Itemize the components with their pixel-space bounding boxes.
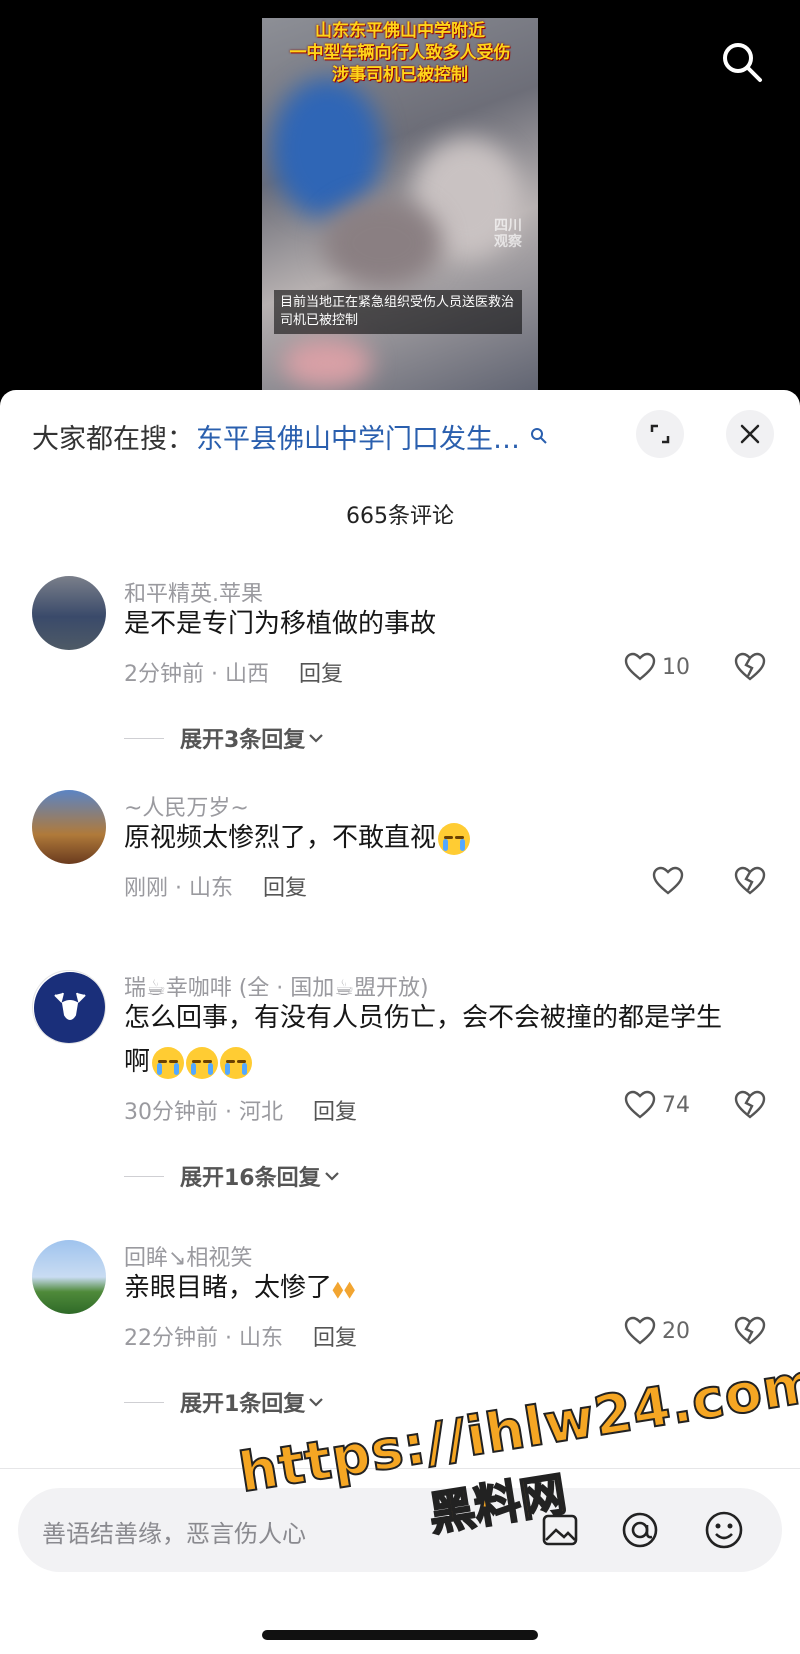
video-headline-3: 涉事司机已被控制 bbox=[332, 65, 468, 85]
comment-time-location: 刚刚 · 山东 bbox=[124, 876, 233, 901]
comment-text: 怎么回事，有没有人员伤亡，会不会被撞的都是学生啊 bbox=[124, 996, 740, 1084]
like-button[interactable]: 74 bbox=[624, 1090, 690, 1120]
search-icon bbox=[531, 428, 547, 444]
reply-button[interactable]: 回复 bbox=[313, 1326, 357, 1351]
crying-emoji-icon bbox=[186, 1046, 219, 1079]
like-button[interactable] bbox=[652, 866, 690, 896]
avatar[interactable] bbox=[32, 790, 106, 864]
expand-icon bbox=[650, 424, 670, 444]
comment-text-body: 原视频太惨烈了，不敢直视 bbox=[124, 823, 437, 853]
broken-heart-icon[interactable] bbox=[734, 1316, 766, 1346]
avatar[interactable] bbox=[32, 970, 106, 1044]
broken-heart-icon[interactable] bbox=[734, 866, 766, 896]
comment-meta: 22分钟前 · 山东 回复 bbox=[124, 1320, 357, 1352]
comment-time-location: 2分钟前 · 山西 bbox=[124, 662, 269, 687]
divider bbox=[124, 1175, 164, 1177]
chevron-down-icon bbox=[309, 734, 324, 743]
like-count: 74 bbox=[662, 1092, 690, 1118]
heart-icon bbox=[624, 652, 656, 681]
chevron-down-icon bbox=[324, 1172, 339, 1181]
video-caption: 目前当地正在紧急组织受伤人员送医救治 司机已被控制 bbox=[274, 290, 522, 334]
at-mention-icon[interactable] bbox=[618, 1508, 662, 1552]
comment-text: 亲眼目睹，太惨了⬧⬧ bbox=[124, 1266, 740, 1311]
avatar[interactable] bbox=[32, 1240, 106, 1314]
video-headline-1: 山东东平佛山中学附近 bbox=[315, 21, 485, 41]
reply-button[interactable]: 回复 bbox=[313, 1100, 357, 1125]
divider bbox=[124, 1401, 164, 1403]
comment-input-bar[interactable]: 善语结善缘，恶言伤人心 bbox=[18, 1488, 782, 1572]
comment-text: 是不是专门为移植做的事故 bbox=[124, 609, 437, 639]
video-thumbnail[interactable]: 山东东平佛山中学附近 一中型车辆向行人致多人受伤 涉事司机已被控制 四川 观察 … bbox=[262, 18, 538, 398]
deer-logo-icon bbox=[34, 972, 105, 1043]
trending-search-label: 大家都在搜： bbox=[32, 423, 194, 455]
home-indicator[interactable] bbox=[262, 1630, 538, 1640]
expand-replies[interactable]: 展开3条回复 bbox=[124, 722, 327, 754]
like-button[interactable]: 10 bbox=[624, 652, 690, 682]
close-button[interactable] bbox=[726, 410, 774, 458]
trending-search[interactable]: 大家都在搜： 东平县佛山中学门口发生… bbox=[32, 416, 548, 456]
reply-button[interactable]: 回复 bbox=[263, 876, 307, 901]
comment-meta: 刚刚 · 山东 回复 bbox=[124, 870, 307, 902]
expand-replies-label: 展开16条回复 bbox=[180, 1166, 321, 1191]
broken-heart-icon[interactable] bbox=[734, 652, 766, 682]
like-button[interactable]: 20 bbox=[624, 1316, 690, 1346]
trending-search-query[interactable]: 东平县佛山中学门口发生… bbox=[196, 417, 520, 456]
comment-text-body: 亲眼目睹，太惨了 bbox=[124, 1273, 333, 1303]
video-headline-2: 一中型车辆向行人致多人受伤 bbox=[289, 43, 511, 63]
comments-count: 665条评论 bbox=[346, 504, 454, 529]
reply-button[interactable]: 回复 bbox=[299, 662, 343, 687]
expand-replies-label: 展开1条回复 bbox=[180, 1392, 306, 1417]
like-count: 20 bbox=[662, 1318, 690, 1344]
comment-input-placeholder[interactable]: 善语结善缘，恶言伤人心 bbox=[42, 1514, 306, 1549]
video-logo: 四川 观察 bbox=[494, 218, 522, 250]
crying-emoji-icon bbox=[220, 1046, 253, 1079]
crying-emoji-icon bbox=[152, 1046, 185, 1079]
expand-button[interactable] bbox=[636, 410, 684, 458]
emoji-icon[interactable] bbox=[702, 1508, 746, 1552]
expand-replies-label: 展开3条回复 bbox=[180, 728, 306, 753]
like-count: 10 bbox=[662, 654, 690, 680]
comment-time-location: 22分钟前 · 山东 bbox=[124, 1326, 283, 1351]
close-icon bbox=[740, 424, 760, 444]
heart-icon bbox=[652, 866, 684, 895]
comment-meta: 2分钟前 · 山西 回复 bbox=[124, 656, 343, 688]
comment-time-location: 30分钟前 · 河北 bbox=[124, 1100, 283, 1125]
pray-emoji-icon: ⬧⬧ bbox=[332, 1273, 356, 1304]
chevron-down-icon bbox=[309, 1398, 324, 1407]
comment-text: 原视频太惨烈了，不敢直视 bbox=[124, 816, 740, 860]
broken-heart-icon[interactable] bbox=[734, 1090, 766, 1120]
search-icon[interactable] bbox=[718, 38, 766, 86]
comment-meta: 30分钟前 · 河北 回复 bbox=[124, 1094, 357, 1126]
crying-emoji-icon bbox=[438, 822, 471, 855]
divider bbox=[124, 737, 164, 739]
expand-replies[interactable]: 展开1条回复 bbox=[124, 1386, 327, 1418]
heart-icon bbox=[624, 1090, 656, 1119]
avatar[interactable] bbox=[32, 576, 106, 650]
heart-icon bbox=[624, 1316, 656, 1345]
expand-replies[interactable]: 展开16条回复 bbox=[124, 1160, 343, 1192]
